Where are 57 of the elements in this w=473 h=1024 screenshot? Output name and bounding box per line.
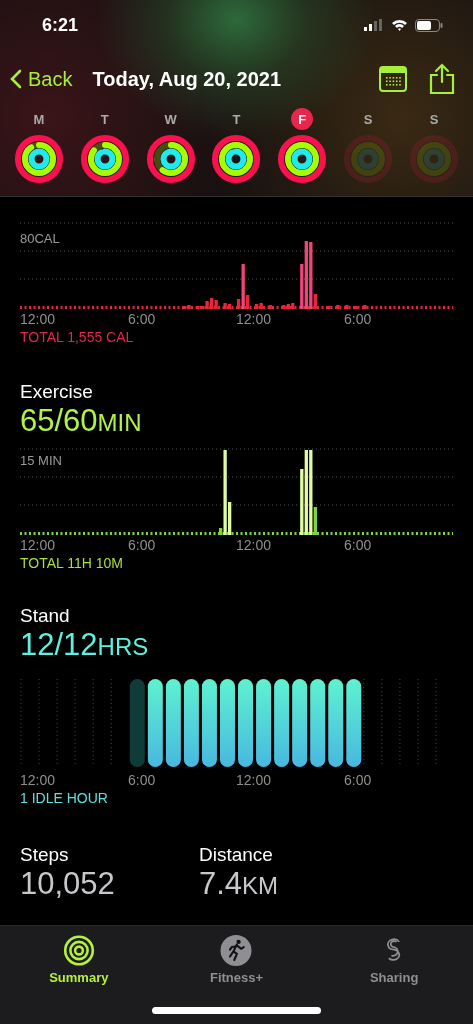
chart-bar	[363, 305, 367, 309]
day-letter[interactable]: S	[423, 108, 446, 130]
chart-bar	[336, 305, 340, 309]
day-letter[interactable]: F	[291, 108, 314, 130]
time-label: 6:00	[344, 537, 373, 553]
time-label: 6:00	[128, 311, 157, 327]
signal-icon	[364, 19, 384, 31]
exercise-value: 65/60MIN	[20, 403, 143, 440]
section-title: Exercise	[20, 381, 94, 403]
back-button[interactable]: Back	[10, 67, 73, 91]
activity-rings-icon	[145, 134, 196, 184]
calendar-icon[interactable]	[379, 66, 407, 92]
stand-value: 12/12HRS	[20, 627, 150, 664]
time-label: 6:00	[344, 311, 373, 327]
activity-rings-icon	[409, 134, 460, 184]
day-letter[interactable]: W	[159, 108, 182, 130]
scale-label: 15 MIN	[20, 453, 62, 468]
tab[interactable]: Sharing	[315, 934, 473, 986]
date-title: Today, Aug 20, 2021	[92, 67, 283, 91]
time-label: 6:00	[344, 772, 373, 788]
time-label: 12:00	[20, 772, 57, 788]
activity-rings-icon	[79, 134, 130, 184]
time-label: 6:00	[128, 537, 157, 553]
share-icon[interactable]	[429, 63, 455, 95]
wifi-icon	[391, 19, 408, 31]
time-label: 12:00	[20, 537, 57, 553]
chart-bar	[268, 305, 272, 309]
activity-rings-icon	[211, 134, 262, 184]
total-label: TOTAL 1,555 CAL	[20, 329, 135, 345]
activity-rings-icon	[13, 134, 64, 184]
time-label: 12:00	[236, 311, 273, 327]
stat-value: 7.4KM	[199, 866, 280, 903]
chevron-left-icon	[10, 69, 22, 89]
time-label: 12:00	[236, 772, 273, 788]
time-label: 12:00	[20, 311, 57, 327]
day-letter[interactable]: M	[27, 108, 50, 130]
total-label: 1 IDLE HOUR	[20, 790, 109, 806]
activity-rings-icon	[343, 134, 394, 184]
section-title: Stand	[20, 605, 71, 627]
day-letter[interactable]: T	[93, 108, 116, 130]
time-label: 12:00	[236, 537, 273, 553]
total-label: TOTAL 11H 10M	[20, 555, 124, 571]
chart-bar	[345, 305, 349, 309]
stat-value: 10,052	[20, 866, 116, 902]
time-label: 6:00	[128, 772, 157, 788]
scale-label: 80CAL	[20, 231, 60, 246]
status-time: 6:21	[42, 14, 79, 36]
chart-bar	[354, 306, 358, 309]
day-letter[interactable]: S	[357, 108, 380, 130]
tab[interactable]: Summary	[0, 934, 158, 986]
chart-bar	[327, 306, 331, 309]
tab[interactable]: Fitness+	[157, 934, 316, 986]
stat-label: Steps	[20, 844, 70, 866]
activity-rings-icon	[277, 134, 328, 184]
stat-label: Distance	[199, 844, 274, 866]
battery-icon	[415, 18, 443, 32]
day-letter[interactable]: T	[225, 108, 248, 130]
